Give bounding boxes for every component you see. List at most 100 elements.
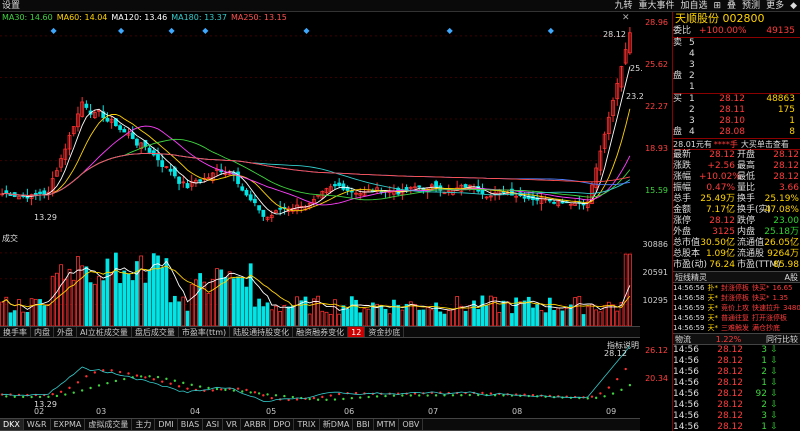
volume-chart[interactable] bbox=[0, 240, 640, 326]
dkx-dot bbox=[337, 392, 341, 396]
bottom-tab[interactable]: OBV bbox=[399, 419, 424, 430]
bottom-tab[interactable]: ASI bbox=[203, 419, 224, 430]
event-marker-icon[interactable]: ◆ bbox=[51, 26, 58, 35]
short-line-filter[interactable]: A股 bbox=[785, 272, 798, 282]
sell-row[interactable]: 1 bbox=[673, 82, 800, 93]
big-order-link[interactable]: 大买单击查看 bbox=[738, 139, 789, 149]
volume-bar bbox=[189, 284, 194, 326]
bottom-tab[interactable]: DKX bbox=[0, 419, 24, 430]
top-menu-item[interactable]: 叠 bbox=[724, 0, 739, 12]
news-event: 普通往复 bbox=[720, 314, 749, 322]
date-axis-label: 06 bbox=[344, 407, 355, 416]
indicator-tab[interactable]: 内盘 bbox=[31, 327, 54, 337]
indicator-tab[interactable]: 盘后成交量 bbox=[132, 327, 179, 337]
tick-price: 28.12 bbox=[717, 411, 743, 421]
bottom-tab[interactable]: EXPMA bbox=[51, 419, 86, 430]
volume-bar bbox=[417, 309, 422, 326]
bottom-tab[interactable]: BIAS bbox=[178, 419, 204, 430]
volume-bar bbox=[299, 300, 304, 326]
indicator-tab[interactable]: 外盘 bbox=[54, 327, 77, 337]
top-menu-item[interactable]: 预测 bbox=[739, 0, 763, 12]
event-marker-icon[interactable]: ◆ bbox=[447, 26, 454, 35]
sell-row[interactable]: 3 bbox=[673, 60, 800, 71]
ma-legend-item: MA120: 13.46 bbox=[111, 13, 168, 22]
quote-value: 0.47% bbox=[706, 183, 735, 193]
quote-key: 市盈(动) bbox=[673, 260, 708, 270]
event-marker-icon[interactable]: ◆ bbox=[548, 26, 555, 35]
buy-order-book: 买 1 28.12 48863 2 28.11 175 3 28.10 1 盘 4 28.08 8 bbox=[673, 93, 800, 138]
price-axis-label: 28.96 bbox=[645, 18, 668, 27]
low-price-marker: 13.29 bbox=[34, 213, 57, 222]
buy-row[interactable]: 买 1 28.12 48863 bbox=[673, 94, 800, 105]
peer-compare-link[interactable]: 同行比较 bbox=[766, 334, 798, 344]
short-line-item[interactable]: 14:56:59 天* 三难触发 满仓抄底 bbox=[673, 323, 800, 333]
bottom-tab[interactable]: MTM bbox=[374, 419, 400, 430]
short-line-item[interactable]: 14:56:58 天* 封涨停板 快买* 1.35 bbox=[673, 293, 800, 303]
candle-body bbox=[240, 186, 245, 191]
candle-body bbox=[4, 190, 9, 194]
event-marker-icon[interactable]: ◆ bbox=[118, 26, 125, 35]
indicator-tab[interactable]: 市盈率(ttm) bbox=[179, 327, 231, 337]
big-order-line[interactable]: 28.01元有 ****手 大买单击查看 bbox=[673, 138, 800, 149]
sell-row-label bbox=[673, 49, 689, 60]
indicator-tab[interactable]: 陆股通持股变化 bbox=[230, 327, 294, 337]
short-line-item[interactable]: 14:56:56 扑* 封涨停板 快买* 16.65 bbox=[673, 283, 800, 293]
top-menu-item[interactable]: 重大事件 bbox=[635, 0, 677, 12]
sector-name[interactable]: 物流 bbox=[675, 334, 691, 344]
shrink-icon[interactable]: ✕ bbox=[622, 13, 630, 23]
quote-value: 3.66 bbox=[778, 183, 799, 193]
bottom-tab[interactable]: ARBR bbox=[241, 419, 271, 430]
news-stock: 天* bbox=[707, 304, 718, 312]
madkx-dot bbox=[316, 398, 320, 401]
event-marker-icon[interactable]: ◆ bbox=[169, 26, 176, 35]
event-marker-icon[interactable]: ◆ bbox=[202, 26, 209, 35]
indicator-tab[interactable]: 资金抄底 bbox=[365, 327, 405, 337]
top-menu-item[interactable]: ⊞ bbox=[710, 0, 724, 12]
bottom-tab[interactable]: 虚拟成交量 bbox=[85, 419, 133, 430]
volume-bar bbox=[404, 303, 409, 326]
tick-price: 28.12 bbox=[717, 389, 743, 399]
volume-bar bbox=[392, 299, 396, 326]
sell-row[interactable]: 卖5 bbox=[673, 38, 800, 49]
tab-marker: 12 bbox=[348, 327, 366, 337]
bottom-tab[interactable]: VR bbox=[223, 419, 242, 430]
volume-bar bbox=[611, 304, 615, 326]
sell-row[interactable]: 盘2 bbox=[673, 71, 800, 82]
date-axis-label: 08 bbox=[512, 407, 523, 416]
volume-bar bbox=[467, 305, 472, 326]
bottom-tab[interactable]: 主力 bbox=[132, 419, 156, 430]
indicator-tab[interactable]: 换手率 bbox=[0, 327, 31, 337]
short-line-item[interactable]: 14:56:59天*竞价上攻快速拉升34803手 bbox=[673, 303, 800, 313]
top-menu-item[interactable]: ◆ bbox=[787, 0, 800, 12]
dkx-indicator-chart[interactable] bbox=[0, 340, 640, 406]
event-marker-icon[interactable]: ◆ bbox=[303, 26, 310, 35]
short-line-item[interactable]: 14:56:59 天* 普通往复 打开涨停板 bbox=[673, 313, 800, 323]
bottom-tab[interactable]: TRIX bbox=[294, 419, 320, 430]
candlestick-chart[interactable]: ◆ ◆ ◆ ◆ ◆ ◆ ◆ bbox=[0, 24, 640, 222]
buy-row[interactable]: 盘 4 28.08 8 bbox=[673, 127, 800, 138]
buy-row[interactable]: 3 28.10 1 bbox=[673, 116, 800, 127]
top-menu-item[interactable]: 加自选 bbox=[677, 0, 710, 12]
quote-value: 25.19% bbox=[764, 194, 799, 204]
indicator-axis-label: 26.12 bbox=[645, 346, 668, 355]
buy-row[interactable]: 2 28.11 175 bbox=[673, 105, 800, 116]
volume-bar bbox=[324, 311, 329, 326]
indicator-tab[interactable]: 融资融券变化 bbox=[293, 327, 349, 337]
bottom-tab[interactable]: BBI bbox=[353, 419, 374, 430]
volume-bar bbox=[333, 299, 337, 326]
settings-link[interactable]: 设置 bbox=[2, 0, 20, 12]
volume-bar bbox=[438, 311, 443, 326]
top-menu-item[interactable]: 更多 bbox=[763, 0, 787, 12]
bottom-tab[interactable]: W&R bbox=[24, 419, 51, 430]
quote-value: 25.49万 bbox=[700, 194, 735, 204]
indicator-tab[interactable]: AI立桩成交量 bbox=[77, 327, 132, 337]
bottom-tab[interactable]: DPO bbox=[270, 419, 295, 430]
bottom-tab[interactable]: DMI bbox=[155, 419, 178, 430]
madkx-dot bbox=[384, 394, 387, 398]
sell-row[interactable]: 4 bbox=[673, 49, 800, 60]
bottom-tab[interactable]: 新DMA bbox=[320, 419, 354, 430]
dkx-dot bbox=[144, 376, 147, 379]
top-menu-item[interactable]: 九转 bbox=[611, 0, 635, 12]
short-line-title[interactable]: 短线精灵 bbox=[675, 272, 707, 282]
madkx-dot bbox=[207, 386, 210, 390]
